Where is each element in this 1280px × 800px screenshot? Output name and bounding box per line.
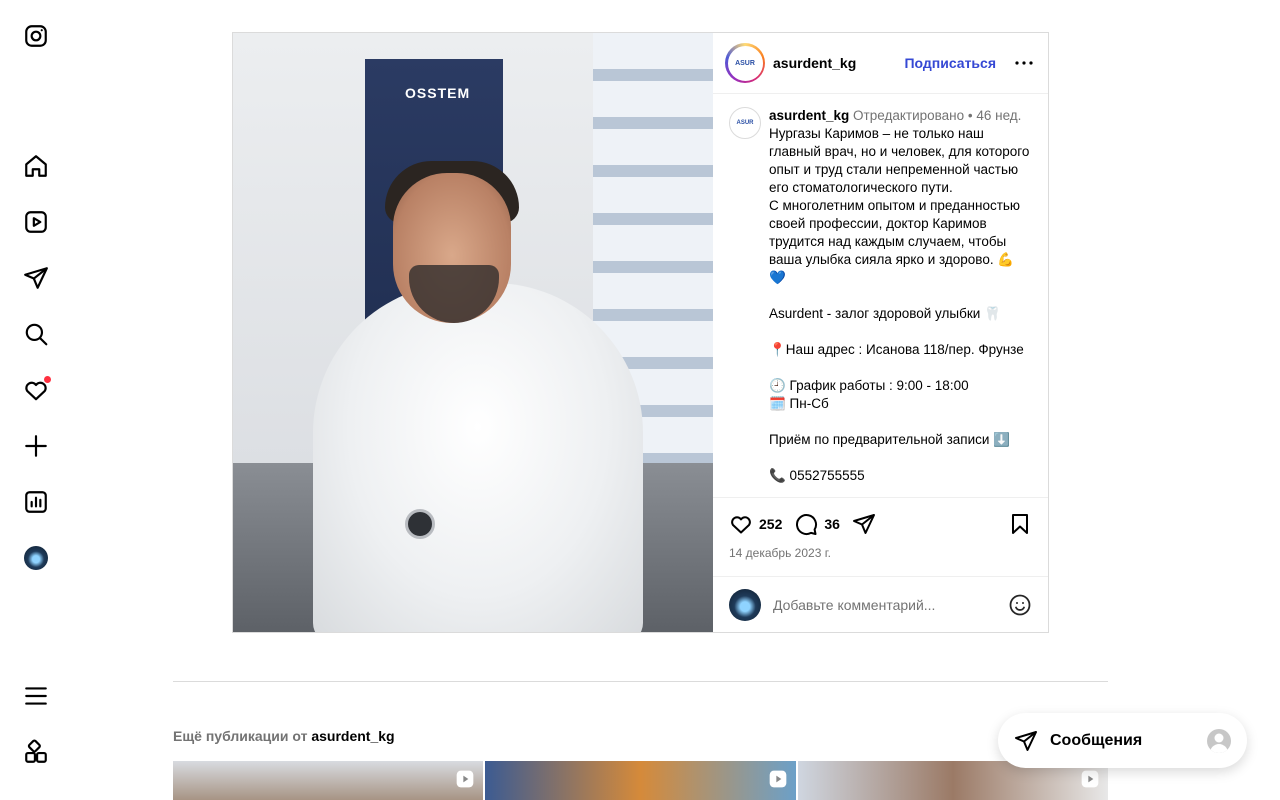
more-posts-prefix: Ещё публикации от — [173, 728, 308, 744]
create-plus-icon[interactable] — [22, 432, 50, 460]
notification-dot — [43, 375, 52, 384]
caption-line: 🗓️ Пн-Сб — [769, 396, 829, 411]
post-photo[interactable]: OSSTEM — [233, 33, 713, 632]
share-button[interactable] — [852, 512, 876, 536]
poster-brand-text: OSSTEM — [405, 85, 471, 101]
post-actions: 252 36 14 декабрь 2023 г. — [713, 497, 1048, 576]
current-user-avatar — [729, 588, 761, 621]
more-posts-heading: Ещё публикации от asurdent_kg — [173, 728, 395, 744]
bookmark-icon — [1012, 514, 1028, 534]
messages-avatar — [1207, 728, 1231, 753]
comment-input[interactable] — [773, 596, 993, 613]
caption-username[interactable]: asurdent_kg — [769, 108, 849, 123]
caption-line: Нургазы Каримов – не только наш главный … — [769, 126, 1034, 195]
save-button[interactable] — [1008, 512, 1032, 536]
caption: asurdent_kg Отредактировано • 46 нед. Ну… — [769, 107, 1032, 497]
also-from-meta-icon[interactable] — [22, 738, 50, 766]
comment-count: 36 — [824, 516, 840, 532]
like-count: 252 — [759, 516, 783, 532]
post-thumbnail[interactable] — [173, 761, 484, 800]
caption-author-avatar[interactable]: ASUR — [729, 107, 761, 139]
like-button[interactable]: 252 — [729, 512, 782, 536]
author-username[interactable]: asurdent_kg — [773, 55, 856, 71]
more-options-icon[interactable] — [1012, 51, 1036, 75]
reel-icon — [456, 770, 474, 788]
caption-line: Asurdent - залог здоровой улыбки 🦷 — [769, 306, 1001, 321]
section-divider — [173, 681, 1108, 682]
more-posts-grid — [173, 761, 1108, 800]
search-icon[interactable] — [22, 320, 50, 348]
profile-avatar[interactable] — [22, 544, 50, 572]
reel-icon — [769, 770, 786, 788]
caption-line: 🕘 График работы : 9:00 - 18:00 — [769, 378, 969, 393]
post-header: ASUR asurdent_kg Подписаться — [713, 33, 1048, 94]
caption-line: 📞 0552755555 — [769, 468, 865, 483]
messages-button[interactable]: Сообщения — [998, 713, 1247, 768]
emoji-icon[interactable] — [1008, 593, 1032, 617]
home-icon[interactable] — [22, 152, 50, 180]
instagram-logo-icon[interactable] — [22, 22, 50, 50]
heart-icon — [731, 516, 751, 534]
dashboard-icon[interactable] — [22, 488, 50, 516]
menu-icon[interactable] — [22, 682, 50, 710]
share-icon — [852, 514, 875, 534]
direct-icon[interactable] — [22, 264, 50, 292]
direct-icon — [1015, 730, 1037, 751]
caption-meta: Отредактировано • 46 нед. — [853, 108, 1022, 123]
sidebar-nav — [0, 0, 72, 800]
post-sidebar: ASUR asurdent_kg Подписаться ASUR asurde… — [713, 33, 1048, 632]
author-logo: ASUR — [727, 45, 763, 81]
comment-composer — [713, 576, 1048, 632]
post-thumbnail[interactable] — [485, 761, 796, 800]
comment-button[interactable]: 36 — [794, 512, 840, 536]
reels-icon[interactable] — [22, 208, 50, 236]
author-avatar[interactable]: ASUR — [725, 43, 765, 83]
caption-line: 📍Наш адрес : Исанова 118/пер. Фрунзе — [769, 342, 1024, 357]
post-dialog: OSSTEM ASUR asurdent_kg Подписаться ASUR… — [232, 32, 1049, 633]
caption-line: Приём по предварительной записи ⬇️ — [769, 432, 1011, 447]
more-posts-username[interactable]: asurdent_kg — [311, 728, 394, 744]
reel-icon — [1081, 770, 1099, 788]
follow-button[interactable]: Подписаться — [904, 55, 996, 71]
caption-line: С многолетним опытом и преданностью свое… — [769, 198, 1024, 285]
messages-label: Сообщения — [1050, 731, 1143, 749]
post-date[interactable]: 14 декабрь 2023 г. — [729, 546, 1032, 560]
notifications-heart-icon[interactable] — [22, 375, 52, 404]
comment-icon — [796, 514, 818, 536]
caption-scroll-area[interactable]: ASUR asurdent_kg Отредактировано • 46 не… — [713, 94, 1048, 497]
